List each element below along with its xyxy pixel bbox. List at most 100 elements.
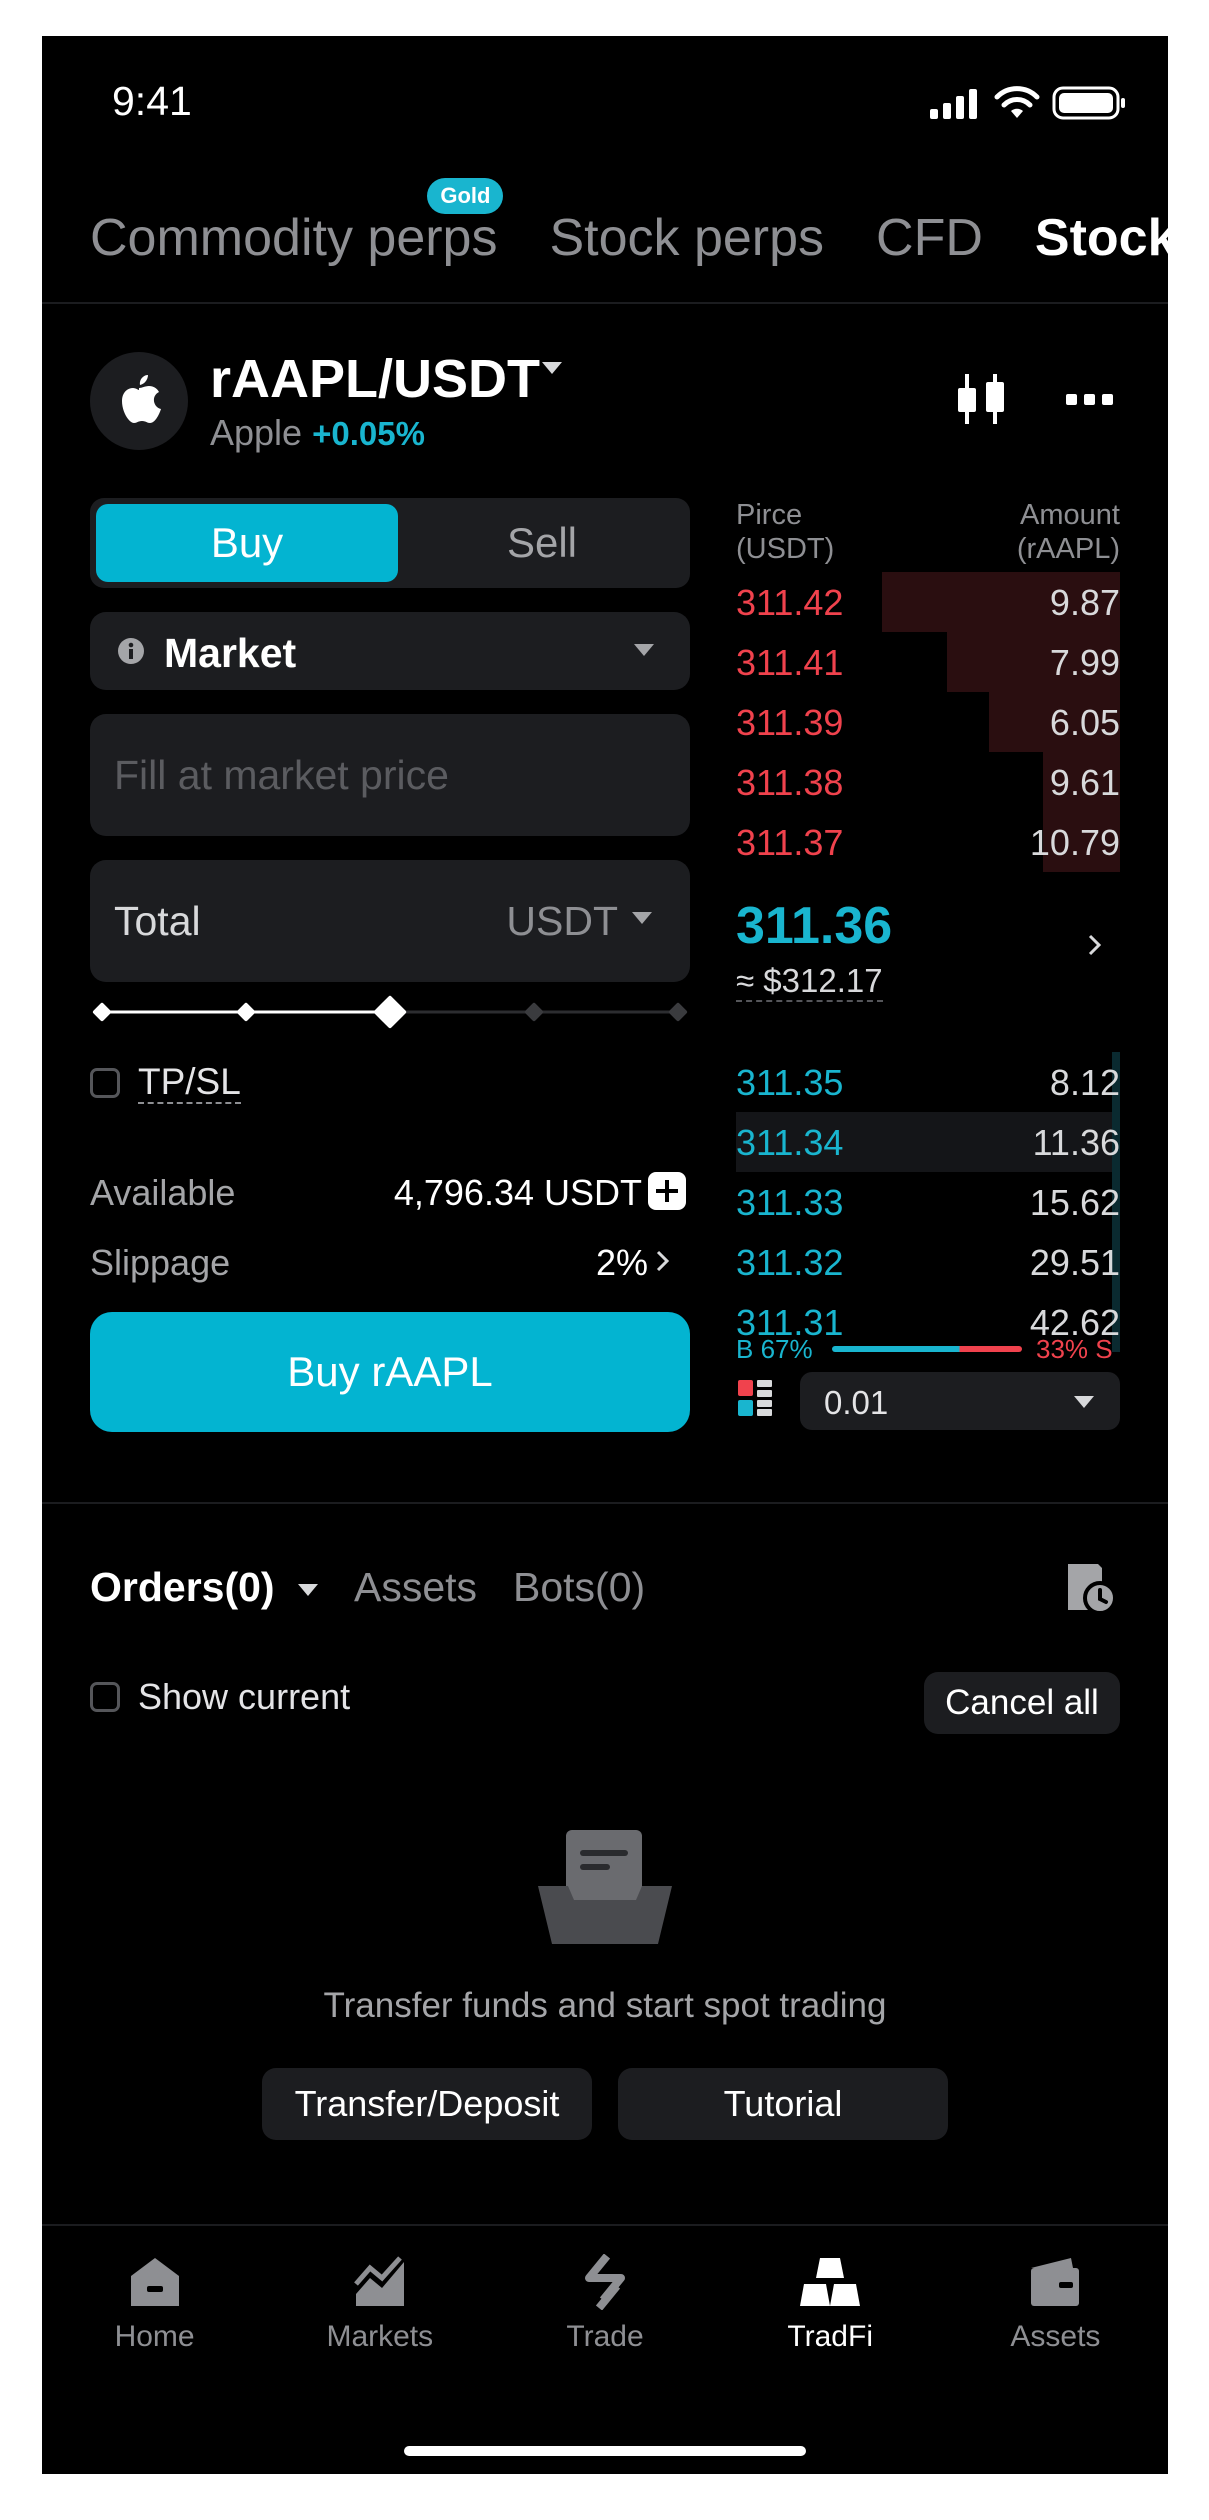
sell-ratio-label: 33% S: [1036, 1334, 1113, 1364]
pair-change: +0.05%: [312, 415, 425, 452]
ask-amount: 7.99: [1049, 642, 1120, 683]
add-funds-button[interactable]: [648, 1172, 686, 1210]
gold-badge: Gold: [427, 178, 504, 214]
trade-icon: [585, 2254, 625, 2310]
order-history-icon[interactable]: [1062, 1560, 1118, 1616]
ask-amount: 10.79: [1029, 822, 1120, 863]
ask-price: 311.38: [736, 762, 844, 803]
ask-row[interactable]: 311.41 7.99: [736, 632, 1120, 692]
bid-row[interactable]: 311.34 11.36: [736, 1112, 1120, 1172]
precision-select[interactable]: 0.01: [800, 1372, 1120, 1430]
chevron-right-icon[interactable]: [1088, 934, 1102, 956]
buy-tab[interactable]: Buy: [96, 504, 398, 582]
ask-price: 311.37: [736, 822, 844, 863]
bid-row[interactable]: 311.35 8.12: [736, 1052, 1120, 1112]
ask-row[interactable]: 311.39 6.05: [736, 692, 1120, 752]
divider: [42, 1502, 1168, 1504]
order-type-label: Market: [164, 630, 297, 676]
nav-markets[interactable]: Markets: [267, 2226, 492, 2396]
pair-subtitle: Apple +0.05%: [210, 412, 425, 454]
cancel-all-button[interactable]: Cancel all: [924, 1672, 1120, 1734]
status-icons: [930, 86, 1126, 120]
ask-price: 311.41: [736, 642, 844, 683]
empty-state-text: Transfer funds and start spot trading: [323, 1986, 887, 2025]
caret-down-icon: [1074, 1396, 1094, 1408]
caret-down-icon: [632, 912, 652, 924]
tab-commodity-perps[interactable]: Commodity perps Gold: [90, 178, 504, 268]
info-icon[interactable]: [118, 638, 144, 664]
bid-row[interactable]: 311.33 15.62: [736, 1172, 1120, 1232]
market-tabs: Commodity perps Gold Stock perps CFD Sto…: [90, 178, 1168, 268]
tab-orders[interactable]: Orders(0): [90, 1564, 318, 1611]
order-book-layout-icon[interactable]: [738, 1380, 772, 1416]
candlestick-chart-icon[interactable]: [958, 374, 1006, 424]
tpsl-checkbox[interactable]: [90, 1068, 120, 1098]
available-label: Available: [90, 1172, 236, 1213]
home-indicator: [404, 2446, 806, 2456]
caret-down-icon: [634, 644, 654, 656]
ask-price: 311.42: [736, 582, 844, 623]
chevron-right-icon[interactable]: [656, 1250, 670, 1272]
total-input[interactable]: Total USDT: [90, 860, 690, 982]
wifi-icon: [994, 86, 1040, 118]
order-type-select[interactable]: Market: [90, 612, 690, 690]
nav-home[interactable]: Home: [42, 2226, 267, 2396]
signal-icon: [930, 89, 977, 119]
bid-price: 311.35: [736, 1062, 844, 1103]
tab-stock-tokens[interactable]: Stock t: [1035, 208, 1168, 268]
amount-slider[interactable]: [90, 992, 690, 1032]
slider-stop[interactable]: [92, 1002, 112, 1022]
ask-row[interactable]: 311.42 9.87: [736, 572, 1120, 632]
tutorial-button[interactable]: Tutorial: [618, 2068, 948, 2140]
tpsl-label[interactable]: TP/SL: [138, 1062, 241, 1104]
order-book-price-header: Pirce (USDT): [736, 499, 835, 565]
bid-amount: 15.62: [1029, 1182, 1120, 1223]
available-value: 4,796.34 USDT: [393, 1172, 642, 1213]
markets-icon: [353, 2256, 404, 2306]
ask-row[interactable]: 311.37 10.79: [736, 812, 1120, 872]
total-unit-select[interactable]: USDT: [506, 898, 618, 945]
slider-stop[interactable]: [524, 1002, 544, 1022]
sell-tab[interactable]: Sell: [400, 504, 684, 582]
tab-stock-perps[interactable]: Stock perps: [549, 208, 824, 268]
ask-amount: 9.61: [1049, 762, 1120, 803]
apple-icon: [122, 375, 161, 423]
pair-symbol[interactable]: rAAPL/USDT: [210, 348, 540, 410]
wallet-icon: [1031, 2258, 1080, 2306]
buy-submit-button[interactable]: Buy rAAPL: [90, 1312, 690, 1432]
tab-bots[interactable]: Bots(0): [513, 1564, 645, 1611]
nav-assets[interactable]: Assets: [943, 2226, 1168, 2396]
price-input[interactable]: Fill at market price: [90, 714, 690, 836]
transfer-deposit-button[interactable]: Transfer/Deposit: [262, 2068, 592, 2140]
bid-amount: 11.36: [1032, 1122, 1120, 1163]
app-screen: 9:41 Commodity perps Gold Stock perps CF…: [42, 36, 1168, 2474]
bid-row[interactable]: 311.32 29.51: [736, 1232, 1120, 1292]
slippage-value[interactable]: 2%: [596, 1242, 648, 1284]
plus-icon: [656, 1180, 678, 1202]
total-label: Total: [114, 898, 201, 944]
buy-sell-toggle: Buy Sell: [90, 498, 690, 588]
nav-tradfi[interactable]: TradFi: [718, 2226, 943, 2396]
ask-row[interactable]: 311.38 9.61: [736, 752, 1120, 812]
bid-amount: 8.12: [1049, 1062, 1120, 1103]
empty-orders-icon: [538, 1830, 672, 1944]
caret-down-icon: [297, 1583, 318, 1596]
price-placeholder: Fill at market price: [114, 752, 449, 798]
tab-cfd[interactable]: CFD: [876, 208, 983, 268]
show-current-label[interactable]: Show current: [138, 1676, 350, 1718]
nav-trade[interactable]: Trade: [492, 2226, 717, 2396]
slider-stop[interactable]: [668, 1002, 688, 1022]
status-time: 9:41: [112, 78, 192, 124]
slider-stop[interactable]: [373, 995, 407, 1029]
home-icon: [130, 2258, 179, 2306]
tab-assets[interactable]: Assets: [354, 1564, 477, 1611]
battery-icon: [1052, 86, 1125, 120]
show-current-checkbox[interactable]: [90, 1682, 120, 1712]
more-icon[interactable]: [1066, 394, 1114, 406]
order-book-amount-header: Amount (rAAPL): [1016, 499, 1120, 565]
pair-caret-down-icon[interactable]: [542, 362, 562, 376]
ask-amount: 6.05: [1049, 702, 1120, 743]
bid-price: 311.34: [736, 1122, 844, 1163]
slider-stop[interactable]: [236, 1002, 256, 1022]
divider: [42, 302, 1168, 304]
